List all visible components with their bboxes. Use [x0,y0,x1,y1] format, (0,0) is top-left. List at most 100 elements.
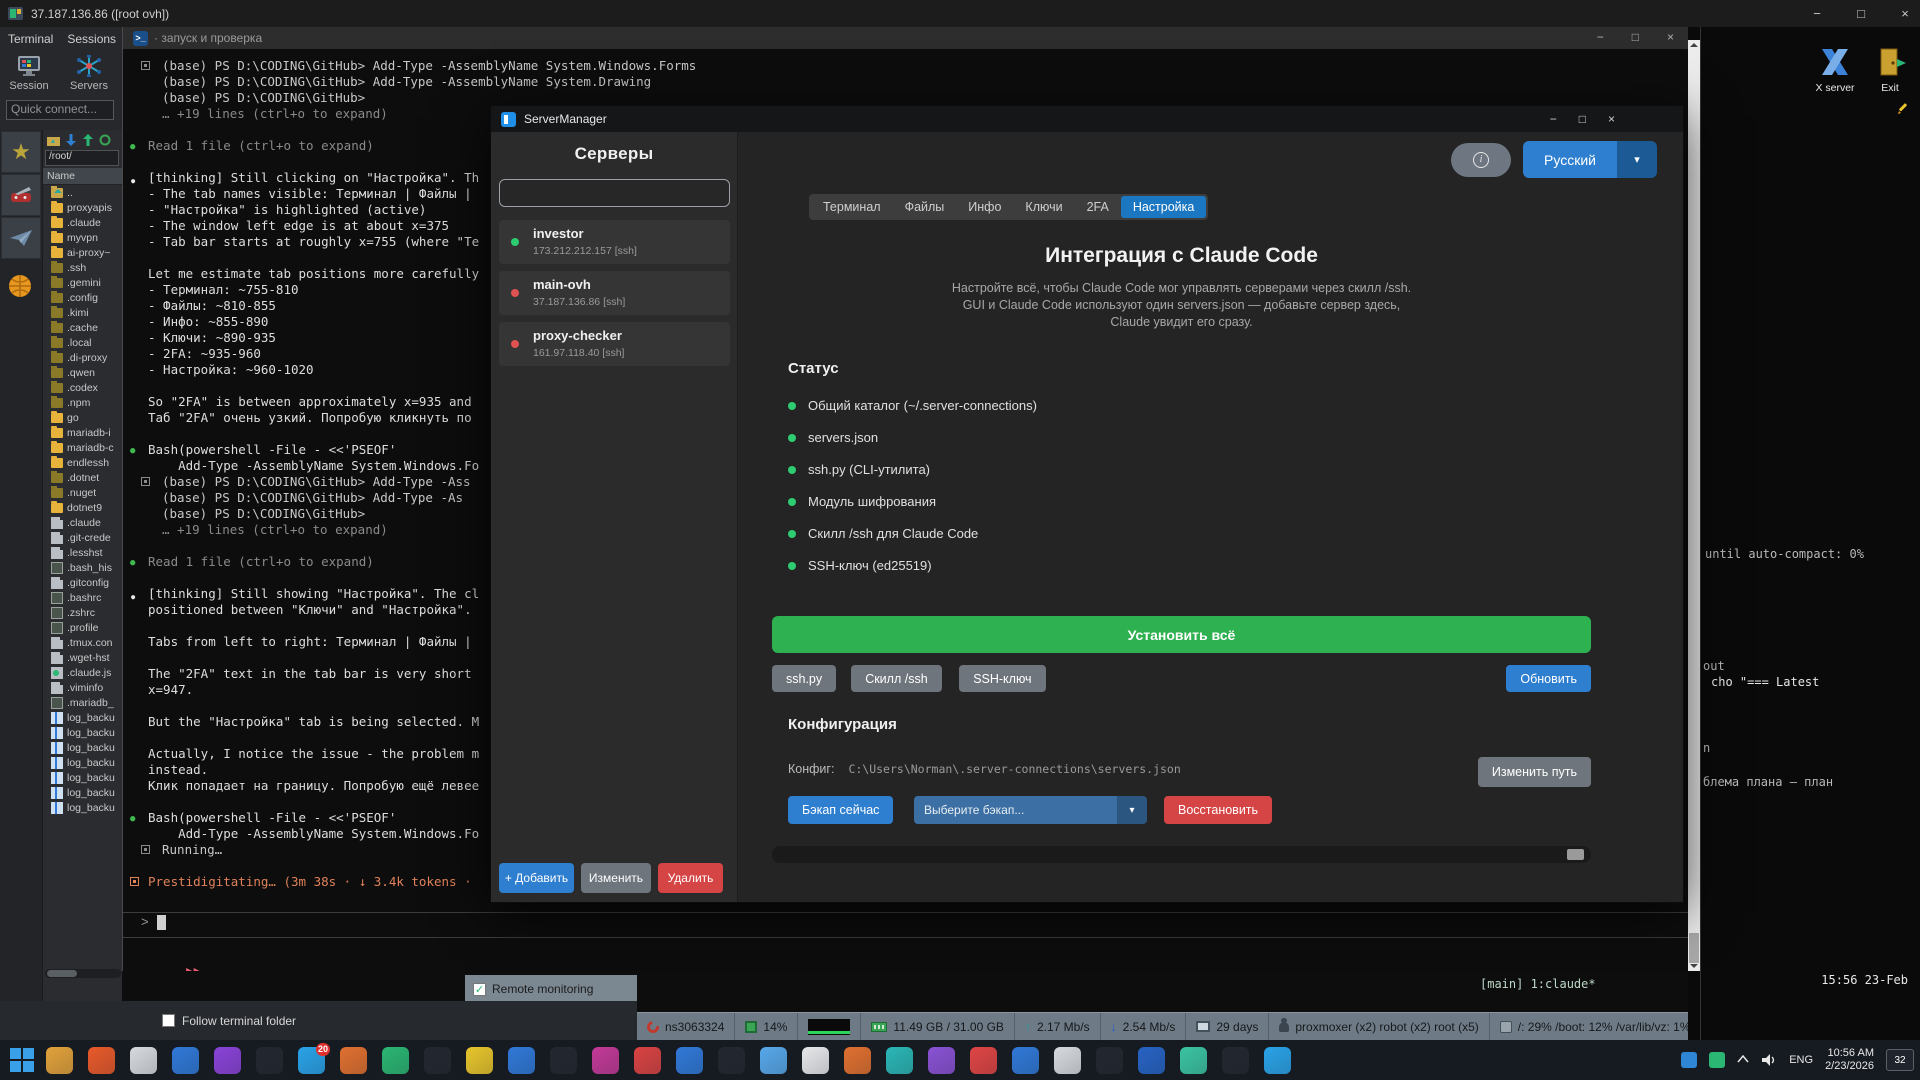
file-row[interactable]: .npm [43,395,122,410]
file-row[interactable]: .mariadb_ [43,695,122,710]
taskbar-app-icon[interactable] [676,1047,703,1074]
desktop-icon-xserver[interactable]: X server [1806,45,1864,94]
file-row[interactable]: go [43,410,122,425]
file-row[interactable]: .tmux.con [43,635,122,650]
file-row[interactable]: .zshrc [43,605,122,620]
minimize-button[interactable]: − [1808,6,1826,21]
checkbox-unchecked-icon[interactable] [162,1014,175,1027]
tray-pinned-icon-1[interactable] [1681,1052,1697,1068]
servers-button[interactable]: Servers [66,55,112,92]
terminal-maximize-button[interactable]: □ [1632,30,1639,44]
maximize-button[interactable]: □ [1852,6,1870,21]
file-row[interactable]: .wget-hst [43,650,122,665]
bottom-scroll-strip[interactable] [772,846,1591,863]
file-row[interactable]: .nuget [43,485,122,500]
sm-close-button[interactable]: × [1608,112,1615,126]
file-row[interactable]: log_backu [43,725,122,740]
tray-pinned-icon-2[interactable] [1709,1052,1725,1068]
file-row[interactable]: dotnet9 [43,500,122,515]
file-row[interactable]: .gemini [43,275,122,290]
taskbar-app-icon[interactable] [592,1047,619,1074]
strip-thumb[interactable] [1567,849,1584,860]
file-row[interactable]: log_backu [43,770,122,785]
taskbar-app-icon[interactable] [970,1047,997,1074]
file-row[interactable]: .claude.js [43,665,122,680]
sm-minimize-button[interactable]: − [1550,112,1557,126]
file-row[interactable]: .qwen [43,365,122,380]
taskbar-app-icon[interactable] [1138,1047,1165,1074]
file-list-hscrollbar[interactable] [45,969,121,978]
menu-sessions[interactable]: Sessions [67,32,116,46]
file-row[interactable]: log_backu [43,740,122,755]
taskbar-app-icon[interactable]: 20 [298,1047,325,1074]
taskbar-app-icon[interactable] [130,1047,157,1074]
remote-monitoring-toggle[interactable]: ✓ Remote monitoring [465,975,637,1003]
taskbar-app-icon[interactable] [1096,1047,1123,1074]
taskbar-app-icon[interactable] [1264,1047,1291,1074]
install-part-button[interactable]: ssh.py [772,665,836,692]
server-search-input[interactable] [499,179,730,207]
server-card[interactable]: proxy-checker161.97.118.40 [ssh] [499,322,730,366]
file-row[interactable]: ai-proxy~ [43,245,122,260]
taskbar-app-icon[interactable] [928,1047,955,1074]
taskbar-app-icon[interactable] [46,1047,73,1074]
file-row[interactable]: .cache [43,320,122,335]
scroll-down-arrow[interactable] [1690,964,1698,968]
file-row[interactable]: endlessh [43,455,122,470]
file-row[interactable]: .dotnet [43,470,122,485]
taskbar-app-icon[interactable] [382,1047,409,1074]
file-row[interactable]: .bash_his [43,560,122,575]
taskbar-app-icon[interactable] [256,1047,283,1074]
send-button[interactable] [1,217,41,259]
install-all-button[interactable]: Установить всё [772,616,1591,653]
globe-icon[interactable] [8,274,32,298]
speaker-icon[interactable] [1761,1053,1777,1067]
taskbar-app-icon[interactable] [1222,1047,1249,1074]
terminal-scrollbar[interactable] [1688,40,1700,971]
install-part-button[interactable]: Скилл /ssh [851,665,941,692]
scroll-up-arrow[interactable] [1690,43,1698,47]
taskbar-app-icon[interactable] [424,1047,451,1074]
tray-expand-chevron[interactable] [1737,1054,1749,1066]
start-button[interactable] [10,1048,34,1072]
terminal-minimize-button[interactable]: − [1597,30,1604,44]
taskbar-app-icon[interactable] [886,1047,913,1074]
file-row[interactable]: mariadb-i [43,425,122,440]
file-row[interactable]: myvpn [43,230,122,245]
backup-select[interactable]: Выберите бэкап... ▾ [914,796,1147,824]
terminal-close-button[interactable]: × [1667,30,1674,44]
taskbar-app-icon[interactable] [508,1047,535,1074]
sm-maximize-button[interactable]: □ [1579,112,1586,126]
refresh-icon[interactable] [99,134,111,146]
taskbar-app-icon[interactable] [844,1047,871,1074]
file-row[interactable]: log_backu [43,710,122,725]
taskbar-app-icon[interactable] [88,1047,115,1074]
taskbar-app-icon[interactable] [214,1047,241,1074]
restore-button[interactable]: Восстановить [1164,796,1272,824]
file-row[interactable]: log_backu [43,785,122,800]
file-row[interactable]: .claude [43,215,122,230]
taskbar-app-icon[interactable] [1054,1047,1081,1074]
taskbar-app-icon[interactable] [340,1047,367,1074]
favorites-button[interactable]: ★ [1,131,41,173]
scrollbar-thumb[interactable] [1689,933,1699,963]
taskbar-app-icon[interactable] [1180,1047,1207,1074]
server-card[interactable]: investor173.212.212.157 [ssh] [499,220,730,264]
file-row[interactable]: .ssh [43,260,122,275]
file-row[interactable]: .bashrc [43,590,122,605]
server-card[interactable]: main-ovh37.187.136.86 [ssh] [499,271,730,315]
taskbar-app-icon[interactable] [466,1047,493,1074]
upload-icon[interactable] [82,134,94,146]
file-row[interactable]: .claude [43,515,122,530]
backup-now-button[interactable]: Бэкап сейчас [788,796,893,824]
quick-connect-input[interactable]: Quick connect... [6,100,114,120]
refresh-button[interactable]: Обновить [1506,665,1591,692]
taskbar-app-icon[interactable] [550,1047,577,1074]
file-row[interactable]: .profile [43,620,122,635]
taskbar-app-icon[interactable] [802,1047,829,1074]
taskbar-app-icon[interactable] [172,1047,199,1074]
keyboard-language[interactable]: ENG [1789,1054,1813,1066]
close-button[interactable]: × [1896,6,1914,21]
change-path-button[interactable]: Изменить путь [1478,757,1591,787]
download-icon[interactable] [65,134,77,146]
